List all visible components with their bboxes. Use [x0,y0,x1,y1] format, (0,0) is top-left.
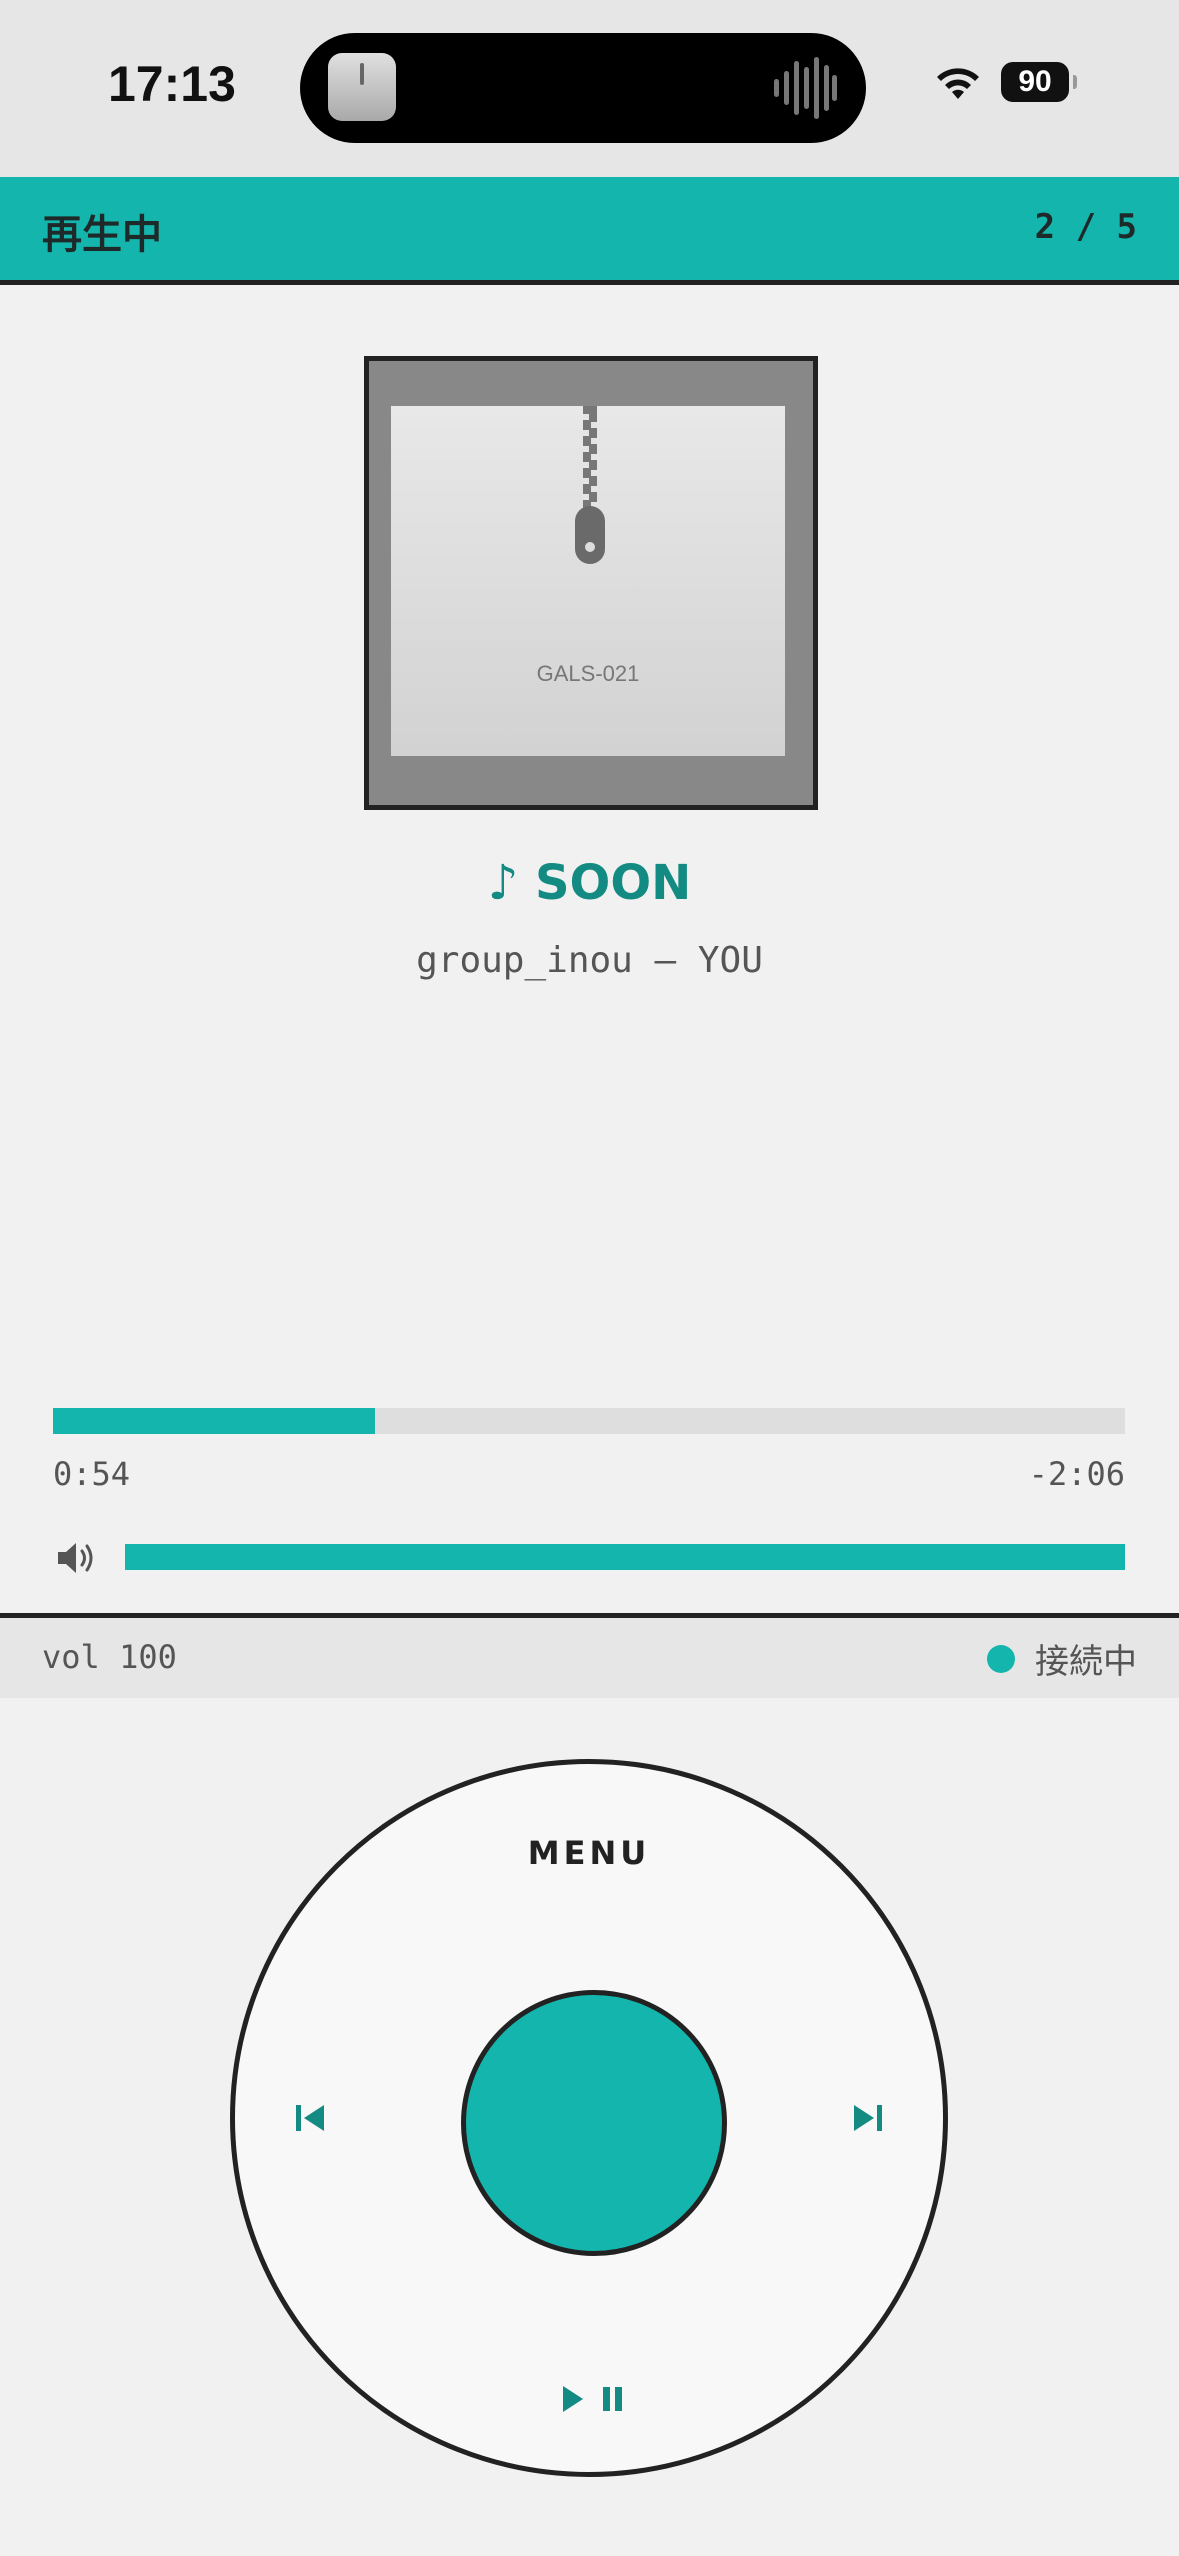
track-title: ♪ SOON [487,855,692,911]
album-art: GALS-021 [364,356,818,810]
volume-slider[interactable] [125,1544,1125,1570]
dynamic-island[interactable] [300,33,866,143]
previous-button[interactable] [275,2093,345,2143]
connection-status: 接続中 [987,1634,1137,1683]
status-dot-icon [987,1644,1015,1673]
next-icon [854,2105,882,2131]
status-bar: 17:13 90 [0,0,1179,177]
play-pause-button[interactable] [544,2374,644,2424]
track-counter: 2 / 5 [1034,207,1137,247]
album-code: GALS-021 [536,661,640,686]
battery-icon: 90 [1001,62,1077,102]
time-elapsed: 0:54 [53,1455,131,1493]
previous-icon [296,2105,324,2131]
menu-button[interactable]: MENU [235,1834,943,1872]
progress-bar[interactable] [53,1408,1125,1434]
app-icon [328,53,396,121]
battery-level: 90 [1018,65,1052,98]
volume-label: vol 100 [42,1638,177,1676]
album-cover: GALS-021 [391,406,785,756]
track-artist-album: group_inou — YOU [416,940,763,981]
progress-fill [53,1408,375,1434]
play-pause-icon [563,2386,622,2412]
audio-wave-icon [774,57,837,119]
connection-label: 接続中 [1035,1642,1137,1682]
volume-fill [125,1544,1125,1570]
click-wheel[interactable]: MENU [230,1759,948,2477]
header: 再生中 2 / 5 [0,177,1179,285]
info-bar: vol 100 接続中 [0,1613,1179,1698]
page-title: 再生中 [42,212,162,258]
next-button[interactable] [833,2093,903,2143]
status-indicators: 90 [933,62,1077,102]
select-button[interactable] [461,1990,727,2256]
time-remaining: -2:06 [1028,1455,1125,1493]
speaker-icon [58,1543,93,1573]
status-time: 17:13 [108,56,236,112]
zipper-icon [575,406,605,564]
wifi-icon [933,63,983,101]
